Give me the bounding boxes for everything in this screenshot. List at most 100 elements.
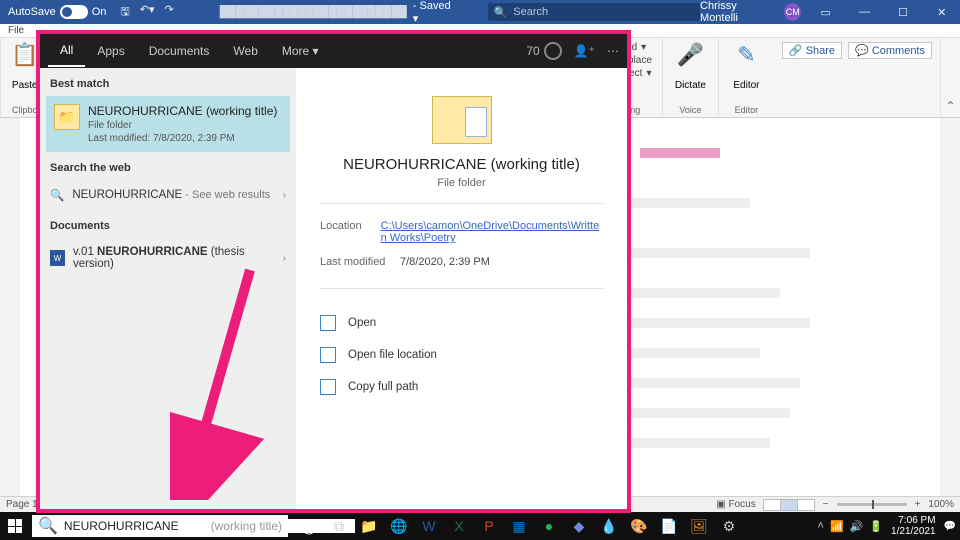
user-name[interactable]: Chrissy Montelli — [700, 0, 774, 24]
web-result-term: NEUROHURRICANE — [72, 189, 182, 201]
dictate-icon[interactable]: 🎤 — [677, 42, 704, 68]
system-tray: ˄ 📶 🔊 🔋 7:06 PM 1/21/2021 💬 — [818, 515, 960, 537]
redo-icon[interactable]: ↷ — [165, 3, 174, 22]
paint-icon[interactable]: 🎨 — [624, 512, 654, 540]
share-button[interactable]: 🔗 Share — [782, 42, 842, 59]
paste-label: Paste — [12, 80, 38, 91]
saved-indicator[interactable]: - Saved ▾ — [413, 0, 458, 25]
ribbon-display-icon[interactable]: ▭ — [811, 0, 840, 24]
calendar-icon[interactable]: ▦ — [504, 512, 534, 540]
search-icon: 🔍 — [494, 6, 508, 19]
editor-group-label: Editor — [735, 105, 759, 115]
location-path-link[interactable]: C:\Users\camon\OneDrive\Documents\Writte… — [381, 220, 600, 244]
avatar[interactable]: CM — [784, 3, 801, 21]
start-button[interactable] — [0, 512, 30, 540]
search-icon: 🔍 — [50, 188, 64, 202]
taskbar-search-box[interactable]: 🔍 (working title) — [32, 515, 288, 537]
toggle-icon — [60, 5, 88, 19]
rewards-points[interactable]: 70 — [526, 42, 561, 60]
settings-icon[interactable]: ⚙ — [714, 512, 744, 540]
battery-icon[interactable]: 🔋 — [869, 520, 883, 533]
open-location-icon — [320, 347, 336, 363]
quick-access-toolbar: 🖫 ↶▾ ↷ — [114, 3, 179, 22]
windows-search-popup: All Apps Documents Web More ▾ 70 👤⁺ ⋯ Be… — [40, 34, 627, 509]
word-icon[interactable]: W — [414, 512, 444, 540]
taskbar-search-suggestion: (working title) — [211, 519, 282, 533]
tab-apps[interactable]: Apps — [85, 36, 136, 66]
paste-icon[interactable]: 📋 — [11, 42, 38, 68]
chrome-icon[interactable]: 🌐 — [384, 512, 414, 540]
excel-icon[interactable]: X — [444, 512, 474, 540]
document-result[interactable]: W v.01 NEUROHURRICANE (thesis version) › — [40, 238, 296, 278]
zoom-level[interactable]: 100% — [928, 499, 954, 510]
autosave-label: AutoSave — [8, 6, 56, 18]
tray-chevron-icon[interactable]: ˄ — [818, 520, 824, 533]
best-match-type: File folder — [88, 120, 277, 131]
close-icon[interactable]: ✕ — [927, 0, 956, 24]
file-tab[interactable]: File — [8, 25, 24, 36]
modified-label: Last modified — [320, 256, 400, 268]
wifi-icon[interactable]: 📶 — [830, 520, 844, 533]
word-title-bar: AutoSave On 🖫 ↶▾ ↷ █████████████████████… — [0, 0, 960, 24]
word-search-box[interactable]: 🔍 Search — [488, 3, 700, 21]
document-result-title: v.01 NEUROHURRICANE (thesis version) — [73, 246, 275, 270]
copy-path-icon — [320, 379, 336, 395]
action-open[interactable]: Open — [320, 307, 603, 339]
minimize-icon[interactable]: — — [850, 0, 879, 24]
search-placeholder: Search — [513, 6, 548, 18]
tab-more[interactable]: More ▾ — [270, 36, 331, 66]
more-options-icon[interactable]: ⋯ — [607, 44, 619, 58]
best-match-modified: Last modified: 7/8/2020, 2:39 PM — [88, 133, 277, 144]
windows-taskbar: 🔍 (working title) ◯ ⧉ 📁 🌐 W X P ▦ ● ◆ 💧 … — [0, 512, 960, 540]
best-match-title: NEUROHURRICANE (working title) — [88, 104, 277, 118]
documents-header: Documents — [40, 210, 296, 238]
zoom-out-icon[interactable]: − — [823, 499, 829, 510]
task-view-icon[interactable]: ⧉ — [324, 512, 354, 540]
time-text: 7:06 PM — [891, 515, 936, 526]
preview-title: NEUROHURRICANE (working title) — [320, 156, 603, 173]
editor-group: ✎ Editor Editor — [718, 38, 774, 117]
save-icon[interactable]: 🖫 — [120, 3, 129, 22]
tab-all[interactable]: All — [48, 35, 85, 67]
dictate-label: Dictate — [675, 80, 706, 91]
discord-icon[interactable]: ◆ — [564, 512, 594, 540]
undo-icon[interactable]: ↶▾ — [140, 3, 155, 22]
autosave-toggle[interactable]: AutoSave On — [0, 5, 114, 19]
paint-drop-icon[interactable]: 💧 — [594, 512, 624, 540]
comments-button[interactable]: 💬 Comments — [848, 42, 932, 59]
editor-icon[interactable]: ✎ — [737, 42, 755, 68]
maximize-icon[interactable]: ☐ — [889, 0, 918, 24]
feedback-icon[interactable]: 👤⁺ — [574, 44, 595, 58]
taskbar-clock[interactable]: 7:06 PM 1/21/2021 — [891, 515, 936, 537]
notifications-icon[interactable]: 💬 — [944, 521, 956, 532]
date-text: 1/21/2021 — [891, 526, 936, 537]
collapse-ribbon-icon[interactable]: ⌃ — [940, 38, 960, 117]
folder-large-icon — [432, 96, 492, 144]
focus-mode-button[interactable]: ▣ Focus — [716, 499, 755, 510]
cortana-icon[interactable]: ◯ — [294, 512, 324, 540]
spotify-icon[interactable]: ● — [534, 512, 564, 540]
file-explorer-icon[interactable]: 📁 — [354, 512, 384, 540]
web-result[interactable]: 🔍 NEUROHURRICANE - See web results › — [40, 180, 296, 210]
view-mode-toggle[interactable] — [764, 499, 815, 511]
action-copy-path[interactable]: Copy full path — [320, 371, 603, 403]
tab-web[interactable]: Web — [221, 36, 269, 66]
powerpoint-icon[interactable]: P — [474, 512, 504, 540]
volume-icon[interactable]: 🔊 — [850, 520, 864, 533]
best-match-result[interactable]: 📁 NEUROHURRICANE (working title) File fo… — [46, 96, 290, 152]
tab-documents[interactable]: Documents — [137, 36, 222, 66]
modified-value: 7/8/2020, 2:39 PM — [400, 256, 490, 268]
preview-type: File folder — [320, 177, 603, 189]
location-label: Location — [320, 220, 381, 244]
zoom-in-icon[interactable]: + — [915, 499, 921, 510]
rewards-icon — [544, 42, 562, 60]
best-match-header: Best match — [40, 68, 296, 96]
voice-group: 🎤 Dictate Voice — [662, 38, 718, 117]
search-results-list: Best match 📁 NEUROHURRICANE (working tit… — [40, 68, 296, 509]
search-icon: 🔍 — [38, 516, 58, 536]
photos-icon[interactable]: 🖼 — [684, 512, 714, 540]
action-open-location[interactable]: Open file location — [320, 339, 603, 371]
zoom-slider[interactable] — [837, 503, 907, 506]
notepad-icon[interactable]: 📄 — [654, 512, 684, 540]
page-indicator[interactable]: Page 1 — [6, 499, 38, 510]
